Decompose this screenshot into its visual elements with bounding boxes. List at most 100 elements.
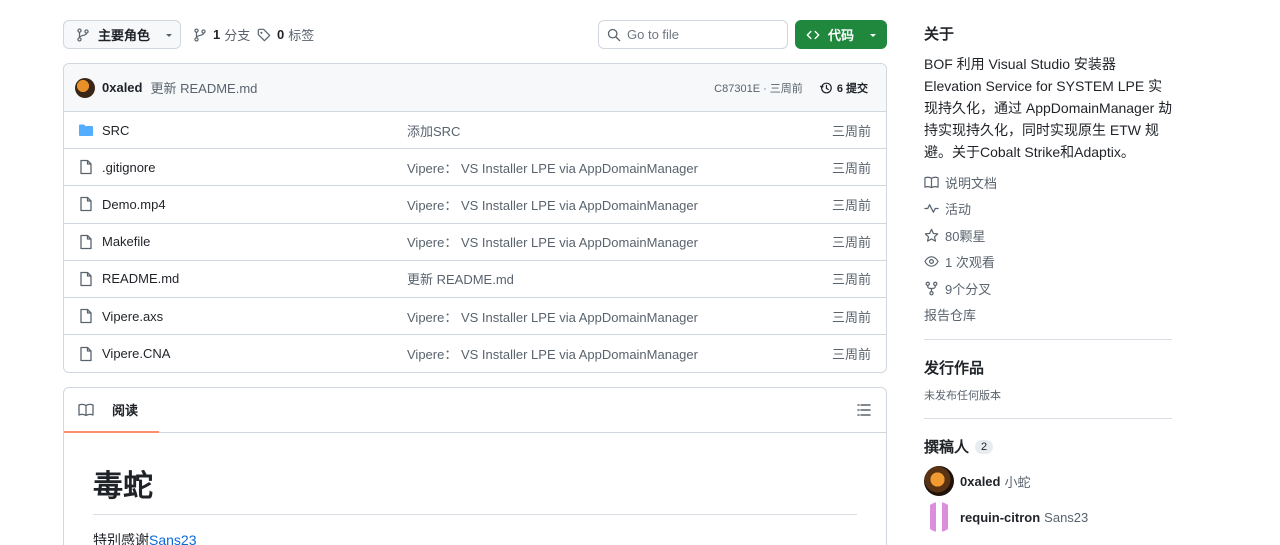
- tag-icon: [257, 28, 271, 41]
- watchers-link-label: 1 次观看: [945, 254, 995, 270]
- list-outline-icon[interactable]: [856, 402, 872, 418]
- stars-link-label: 80颗星: [945, 228, 986, 244]
- sidebar-divider: [924, 418, 1172, 419]
- book-icon: [924, 176, 939, 188]
- contributor-login[interactable]: 0xaled: [960, 474, 1000, 489]
- file-commit-message-link[interactable]: 添加SRC: [407, 121, 460, 140]
- pulse-icon: [924, 203, 939, 213]
- readme-panel: 阅读 毒蛇 特别感谢Sans23: [63, 387, 887, 545]
- table-row[interactable]: Demo.mp4 Vipere： VS Installer LPE via App…: [64, 186, 886, 224]
- file-commit-date: 三周前: [831, 235, 871, 251]
- readme-header: 阅读: [64, 388, 886, 433]
- folder-icon: [79, 124, 93, 137]
- file-icon: [80, 234, 92, 249]
- branches-count: 1: [213, 27, 221, 42]
- report-repo-label: 报告仓库: [924, 307, 977, 323]
- file-name-link[interactable]: Vipere.axs: [102, 309, 163, 324]
- readme-link[interactable]: 说明文档: [924, 173, 997, 191]
- fork-icon: [925, 281, 938, 295]
- avatar[interactable]: [924, 502, 954, 532]
- file-commit-date: 三周前: [831, 123, 871, 139]
- go-to-file-input[interactable]: [627, 27, 777, 42]
- contributors-count-badge: 2: [975, 439, 994, 454]
- file-list: SRC 添加SRC 三周前 .gitignore Vipere： VS Installe…: [64, 112, 886, 372]
- star-icon: [924, 228, 939, 242]
- table-row[interactable]: Vipere.axs Vipere： VS Installer LPE via A…: [64, 298, 886, 336]
- tab-readme[interactable]: 阅读: [64, 388, 159, 433]
- eye-icon: [924, 255, 939, 267]
- tags-count: 0: [277, 27, 285, 42]
- commits-count-label: 6 提交: [836, 83, 868, 95]
- avatar[interactable]: [75, 77, 95, 98]
- releases-heading[interactable]: 发行作品: [924, 357, 984, 378]
- file-commit-message-link[interactable]: Vipere： VS Installer LPE via AppDomainMa…: [407, 307, 698, 326]
- file-browser: 0xaled 更新 README.md C87301E · 三周前 6 提交 S…: [63, 63, 887, 373]
- file-name-link[interactable]: SRC: [102, 123, 129, 138]
- repo-toolbar: 主要角色 1 分支 0 标签 代码: [63, 20, 887, 49]
- file-commit-message-link[interactable]: Vipere： VS Installer LPE via AppDomainMa…: [407, 195, 698, 214]
- file-commit-date: 三周前: [831, 160, 871, 176]
- table-row[interactable]: Makefile Vipere： VS Installer LPE via App…: [64, 224, 886, 261]
- code-button[interactable]: 代码: [795, 20, 887, 49]
- commit-hash-time[interactable]: C87301E · 三周前: [714, 80, 803, 96]
- forks-link-label: 9个分叉: [945, 281, 992, 297]
- tags-label: 标签: [288, 28, 315, 43]
- readme-thanks: 特别感谢Sans23: [93, 530, 857, 545]
- branches-label: 分支: [224, 28, 251, 43]
- table-row[interactable]: Vipere.CNA Vipere： VS Installer LPE via A…: [64, 335, 886, 372]
- file-name-link[interactable]: Demo.mp4: [102, 197, 166, 212]
- sidebar-divider: [924, 339, 1172, 340]
- book-icon: [78, 403, 94, 416]
- table-row[interactable]: .gitignore Vipere： VS Installer LPE via A…: [64, 149, 886, 187]
- branch-selector-button[interactable]: 主要角色: [63, 20, 181, 49]
- branches-link[interactable]: 1 分支: [193, 20, 250, 49]
- file-commit-date: 三周前: [831, 347, 871, 363]
- file-commit-message-link[interactable]: Vipere： VS Installer LPE via AppDomainMa…: [407, 158, 698, 177]
- thanks-prefix: 特别感谢: [93, 532, 149, 545]
- stars-link[interactable]: 80颗星: [924, 226, 985, 244]
- file-commit-date: 三周前: [831, 197, 871, 213]
- file-commit-message-link[interactable]: Vipere： VS Installer LPE via AppDomainMa…: [407, 344, 698, 363]
- go-to-file-box[interactable]: [598, 20, 788, 49]
- file-commit-date: 三周前: [831, 272, 871, 288]
- avatar[interactable]: [924, 466, 954, 496]
- commit-history-link[interactable]: 6 提交: [819, 80, 868, 96]
- report-repo-link[interactable]: 报告仓库: [924, 305, 976, 323]
- about-heading: 关于: [924, 26, 955, 43]
- file-commit-message-link[interactable]: Vipere： VS Installer LPE via AppDomainMa…: [407, 232, 698, 251]
- file-name-link[interactable]: .gitignore: [102, 160, 155, 175]
- contributors-title: 撰稿人: [924, 439, 970, 456]
- thanks-link[interactable]: Sans23: [149, 532, 196, 545]
- contributor-item[interactable]: 0xaled 小蛇: [924, 466, 1031, 496]
- watchers-link[interactable]: 1 次观看: [924, 252, 995, 270]
- history-icon: [819, 82, 832, 94]
- forks-link[interactable]: 9个分叉: [924, 279, 991, 297]
- contributors-heading[interactable]: 撰稿人 2: [924, 436, 994, 457]
- activity-link[interactable]: 活动: [924, 199, 971, 217]
- contributor-login[interactable]: requin-citron: [960, 510, 1040, 525]
- file-icon: [80, 197, 92, 212]
- tags-link[interactable]: 0 标签: [257, 20, 314, 49]
- about-description: BOF 利用 Visual Studio 安装器 Elevation Servi…: [924, 56, 1173, 160]
- chevron-down-icon: [870, 33, 877, 37]
- contributor-name: 小蛇: [1004, 474, 1031, 490]
- git-branch-icon: [77, 27, 89, 42]
- no-releases-text: 未发布任何版本: [924, 390, 1001, 402]
- table-row[interactable]: README.md 更新 README.md 三周前: [64, 261, 886, 298]
- file-commit-date: 三周前: [831, 309, 871, 325]
- commit-author-link[interactable]: 0xaled: [102, 80, 142, 95]
- commit-message-link[interactable]: 更新 README.md: [150, 78, 257, 97]
- file-icon: [80, 160, 92, 175]
- code-button-label: 代码: [828, 28, 855, 43]
- readme-link-label: 说明文档: [945, 175, 998, 191]
- contributor-item[interactable]: requin-citron Sans23: [924, 502, 1088, 532]
- file-name-link[interactable]: Vipere.CNA: [102, 346, 170, 361]
- code-icon: [806, 30, 820, 39]
- file-commit-message-link[interactable]: 更新 README.md: [407, 269, 514, 288]
- table-row[interactable]: SRC 添加SRC 三周前: [64, 112, 886, 150]
- file-name-link[interactable]: README.md: [102, 271, 179, 286]
- contributor-name: Sans23: [1044, 509, 1089, 525]
- search-icon: [607, 28, 621, 41]
- file-name-link[interactable]: Makefile: [102, 234, 150, 249]
- commit-info: C87301E · 三周前 6 提交: [714, 64, 868, 112]
